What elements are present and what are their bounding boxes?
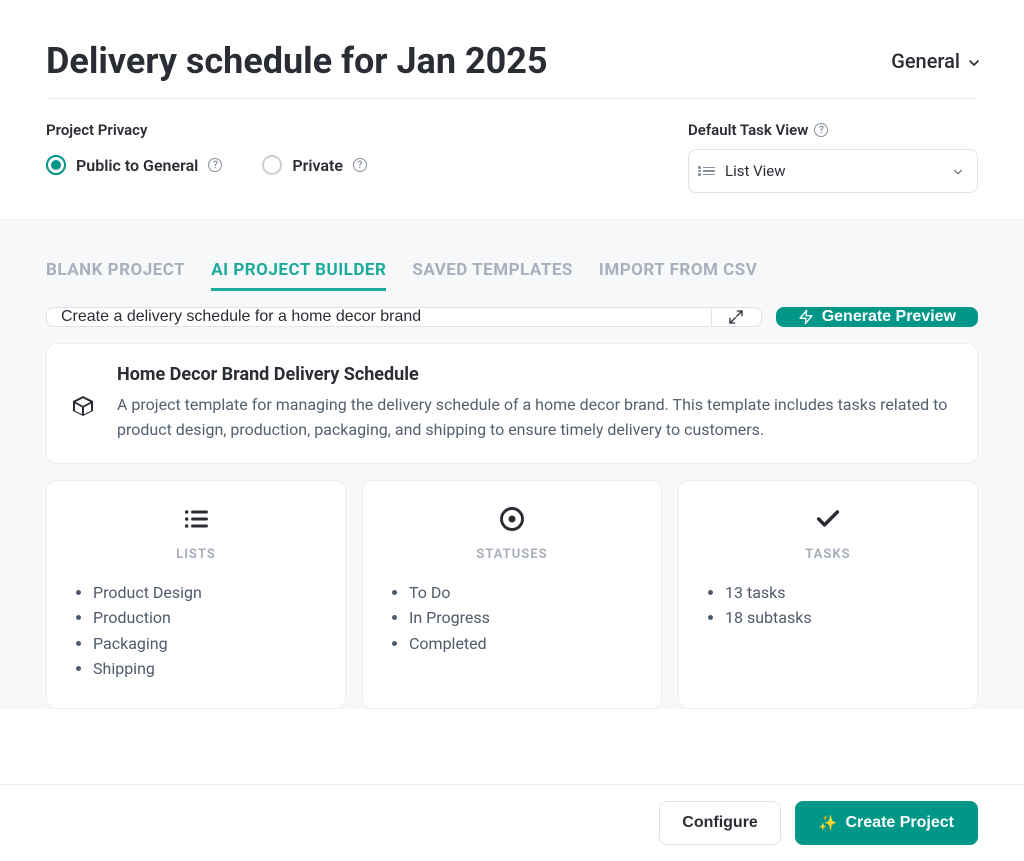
tab-saved-templates[interactable]: Saved Templates	[412, 260, 572, 291]
create-project-label: Create Project	[846, 814, 955, 832]
configure-button[interactable]: Configure	[659, 801, 781, 845]
page-title: Delivery schedule for Jan 2025	[46, 40, 548, 82]
space-selector[interactable]: General	[891, 49, 978, 73]
space-name: General	[891, 49, 960, 73]
tab-ai-project-builder[interactable]: AI Project Builder	[211, 260, 386, 291]
list-item: Product Design	[93, 580, 319, 606]
privacy-public-label: Public to General	[76, 156, 198, 175]
lists-card: Lists Product Design Production Packagin…	[46, 480, 346, 709]
tasks-icon	[705, 505, 951, 533]
list-item: Shipping	[93, 656, 319, 682]
ai-prompt-input[interactable]	[47, 308, 711, 326]
tasks-card: Tasks 13 tasks 18 subtasks	[678, 480, 978, 709]
list-icon	[703, 167, 715, 176]
list-item: To Do	[409, 580, 635, 606]
privacy-label: Project Privacy	[46, 121, 367, 139]
chevron-down-icon	[951, 165, 963, 177]
help-icon[interactable]: ?	[208, 158, 222, 172]
tasks-label: Tasks	[705, 547, 951, 562]
create-project-button[interactable]: ✨ Create Project	[795, 801, 978, 845]
generate-preview-button[interactable]: Generate Preview	[776, 307, 978, 327]
lists-label: Lists	[73, 547, 319, 562]
list-item: Completed	[409, 631, 635, 657]
preview-description: A project template for managing the deli…	[117, 393, 953, 443]
tab-blank-project[interactable]: Blank Project	[46, 260, 185, 291]
help-icon[interactable]: ?	[353, 158, 367, 172]
expand-button[interactable]	[711, 308, 761, 326]
tab-import-csv[interactable]: Import from CSV	[599, 260, 758, 291]
list-item: 13 tasks	[725, 580, 951, 606]
task-view-label: Default Task View	[688, 121, 808, 139]
preview-title: Home Decor Brand Delivery Schedule	[117, 364, 953, 385]
privacy-private-label: Private	[292, 156, 343, 175]
statuses-card: Statuses To Do In Progress Completed	[362, 480, 662, 709]
radio-unselected-icon	[262, 155, 282, 175]
privacy-private-radio[interactable]: Private ?	[262, 155, 367, 175]
help-icon[interactable]: ?	[814, 123, 828, 137]
bolt-icon	[798, 309, 814, 325]
sparkle-icon: ✨	[819, 814, 838, 832]
lists-icon	[73, 505, 319, 533]
privacy-public-radio[interactable]: Public to General ?	[46, 155, 222, 175]
list-item: In Progress	[409, 605, 635, 631]
expand-icon	[728, 309, 744, 325]
chevron-down-icon	[966, 55, 978, 67]
radio-selected-icon	[46, 155, 66, 175]
list-item: Production	[93, 605, 319, 631]
statuses-icon	[389, 505, 635, 533]
list-item: Packaging	[93, 631, 319, 657]
task-view-select[interactable]: List View	[688, 149, 978, 193]
task-view-selected: List View	[725, 162, 786, 180]
generate-label: Generate Preview	[822, 308, 956, 326]
list-item: 18 subtasks	[725, 605, 951, 631]
statuses-label: Statuses	[389, 547, 635, 562]
preview-card: Home Decor Brand Delivery Schedule A pro…	[46, 343, 978, 464]
box-icon	[71, 394, 95, 422]
